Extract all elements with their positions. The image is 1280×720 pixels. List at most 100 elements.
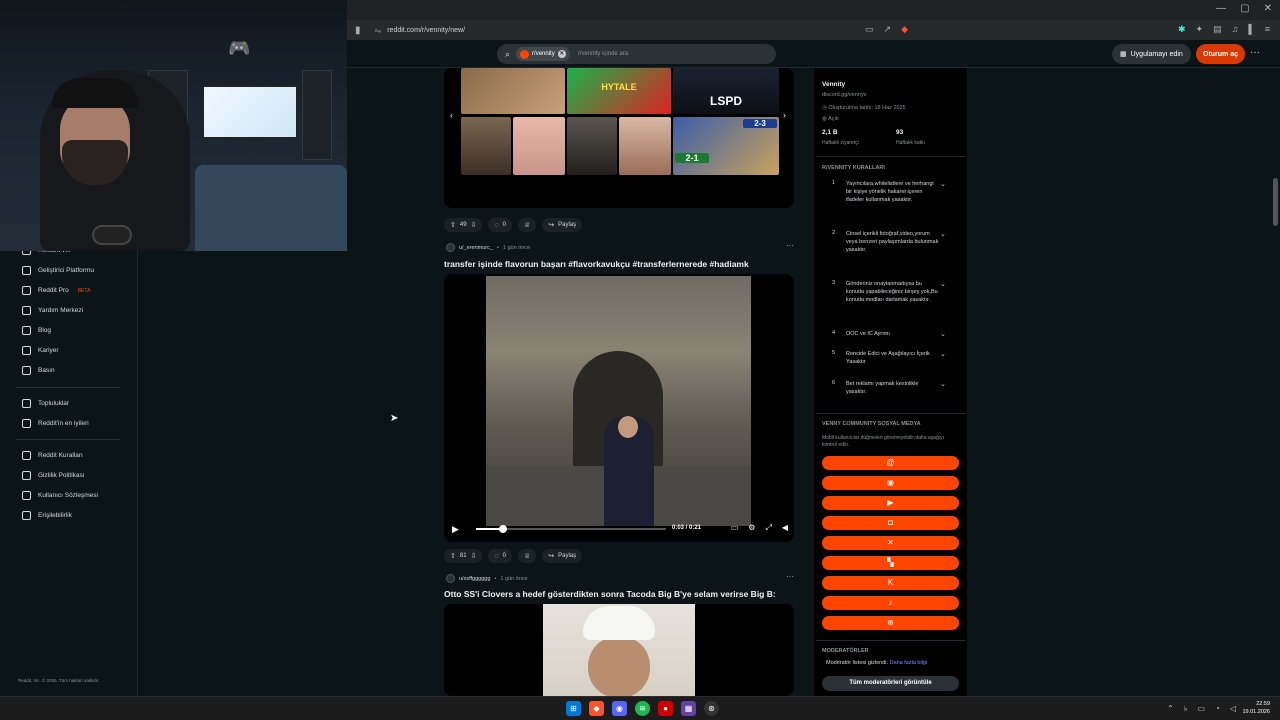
view-all-moderators-button[interactable]: Tüm moderatörleri görüntüle (822, 676, 959, 691)
chevron-down-icon[interactable]: ⌄ (940, 350, 946, 366)
speaker-tray-icon[interactable]: ◁ (1230, 704, 1236, 713)
post-options-icon[interactable]: ··· (786, 241, 794, 250)
maximize-icon[interactable]: ▢ (1240, 3, 1249, 14)
fullscreen-icon[interactable]: ⤢ (765, 523, 771, 533)
downvote-icon[interactable]: ⇩ (471, 552, 477, 560)
chevron-down-icon[interactable]: ⌄ (940, 380, 946, 396)
vote-control[interactable]: ⇧ 81 ⇩ (444, 549, 483, 563)
downvote-icon[interactable]: ⇩ (471, 221, 477, 229)
community-link[interactable]: discord.gg/vennyv (822, 92, 866, 98)
upvote-icon[interactable]: ⇧ (450, 552, 456, 560)
award-button[interactable]: ♕ (517, 549, 537, 563)
clear-chip-icon[interactable]: ✕ (557, 50, 566, 58)
upvote-icon[interactable]: ⇧ (450, 221, 456, 229)
threads-link-button[interactable]: @ (822, 456, 959, 470)
login-button[interactable]: Oturum aç (1196, 44, 1246, 64)
chevron-down-icon[interactable]: ⌄ (940, 230, 946, 254)
mic-tray-icon[interactable]: ♭ (1184, 704, 1188, 713)
volume-icon[interactable]: ◀ (782, 523, 788, 533)
close-icon[interactable]: ✕ (1264, 3, 1272, 14)
post-image[interactable] (444, 604, 794, 696)
extension-icon[interactable]: ✱ (1178, 24, 1186, 35)
rule-item[interactable]: 6 Bet reklamı yapmak kesinlikle yasaktır… (832, 380, 952, 396)
author-avatar[interactable] (446, 243, 455, 252)
rule-item[interactable]: 1 Yayıncılara,whitelistlere ve herhangi … (832, 180, 952, 204)
nav-item-user-agreement[interactable]: Kullanıcı Sözleşmesi (22, 491, 98, 500)
puzzle-icon[interactable]: ✦ (1196, 24, 1204, 35)
share-icon[interactable]: ↗ (884, 24, 892, 35)
play-icon[interactable]: ▶ (452, 524, 466, 535)
minimize-icon[interactable]: — (1216, 3, 1226, 14)
author-name[interactable]: u/_erenmurc_ (459, 245, 493, 251)
monitor-tray-icon[interactable]: ▭ (1197, 704, 1205, 713)
youtube-link-button[interactable]: ▶ (822, 496, 959, 510)
gallery-prev-icon[interactable]: ‹ (450, 110, 453, 120)
search-input[interactable]: ⌕ r/vennity ✕ r/vennity içinde ara (497, 44, 776, 64)
page-scrollbar[interactable] (1271, 68, 1280, 696)
chevron-down-icon[interactable]: ⌄ (940, 280, 946, 304)
nav-item-press[interactable]: Basın (22, 366, 55, 375)
more-options-icon[interactable]: ··· (1250, 47, 1260, 58)
award-button[interactable]: ♕ (517, 218, 537, 232)
brave-shield-icon[interactable]: ◆ (901, 24, 908, 35)
discord-app-icon[interactable]: ◉ (612, 701, 627, 716)
nav-item-reddit-pro[interactable]: Reddit Pro BETA (22, 286, 90, 295)
video-scrubber[interactable] (498, 525, 507, 533)
music-icon[interactable]: ♫ (1232, 24, 1239, 35)
x-link-button[interactable]: ✕ (822, 536, 959, 550)
search-community-chip[interactable]: r/vennity ✕ (516, 47, 570, 61)
twitch-link-button[interactable]: ▚ (822, 556, 959, 570)
comments-button[interactable]: ◌ 0 (488, 549, 512, 563)
nav-item-best-of-reddit[interactable]: Reddit'in en iyileri (22, 419, 89, 428)
system-clock[interactable]: 22:59 19.01.2026 (1242, 700, 1270, 716)
steam-link-button[interactable]: ⊛ (822, 616, 959, 630)
menu-icon[interactable]: ≡ (1265, 24, 1270, 35)
rule-item[interactable]: 2 Cinsel içerikli fotoğraf,video,yorum v… (832, 230, 952, 254)
brave-browser-icon[interactable]: ◆ (589, 701, 604, 716)
rule-item[interactable]: 4 OOC ve IC Ayrımı ⌄ (832, 330, 952, 338)
video-progress[interactable] (476, 525, 666, 533)
mods-info-link[interactable]: Daha fazla bilgi (890, 660, 928, 666)
author-avatar[interactable] (446, 574, 455, 583)
discord-link-button[interactable]: ◉ (822, 476, 959, 490)
kick-link-button[interactable]: K (822, 576, 959, 590)
sidebar-icon[interactable]: ▌ (1248, 24, 1254, 35)
network-tray-icon[interactable]: ◔ (1215, 704, 1220, 713)
video-player[interactable]: ▶ 0:03 / 0:21 ▭ ⚙ ⤢ ◀ (444, 274, 794, 542)
share-button[interactable]: ↪ Paylaş (542, 218, 583, 232)
instagram-link-button[interactable]: ◘ (822, 516, 959, 530)
captions-icon[interactable]: ▭ (731, 523, 739, 533)
site-info-icon[interactable]: ⇋ (375, 26, 382, 35)
url-text[interactable]: reddit.com/r/vennity/new/ (387, 27, 465, 34)
windows-start-icon[interactable]: ⊞ (566, 701, 581, 716)
nav-item-reddit-rules[interactable]: Reddit Kuralları (22, 451, 83, 460)
tiktok-link-button[interactable]: ♪ (822, 596, 959, 610)
recorder-icon[interactable]: ● (658, 701, 673, 716)
post-options-icon[interactable]: ··· (786, 572, 794, 581)
rule-item[interactable]: 5 Rencide Edici ve Aşağılayıcı İçerik Ya… (832, 350, 952, 366)
tray-expand-icon[interactable]: ⌃ (1167, 704, 1174, 713)
share-button[interactable]: ↪ Paylaş (542, 549, 583, 563)
settings-icon[interactable]: ⚙ (748, 523, 755, 533)
get-app-button[interactable]: ▦ Uygulamayı edin (1112, 44, 1191, 64)
nav-item-communities[interactable]: Topluluklar (22, 399, 69, 408)
chevron-down-icon[interactable]: ⌄ (940, 180, 946, 204)
wallet-icon[interactable]: ▤ (1213, 24, 1222, 35)
gallery-next-icon[interactable]: › (783, 110, 786, 120)
nav-item-help-center[interactable]: Yardım Merkezi (22, 306, 83, 315)
scrollbar-thumb[interactable] (1273, 178, 1278, 226)
app-icon[interactable]: ▦ (681, 701, 696, 716)
post-title[interactable]: Otto SS'i Clovers a hedef gösterdikten s… (444, 589, 776, 599)
rule-item[interactable]: 3 Gönderiniz onaylanmadıysa bu konuda ya… (832, 280, 952, 304)
comments-button[interactable]: ◌ 0 (488, 218, 512, 232)
nav-item-blog[interactable]: Blog (22, 326, 51, 335)
post-title[interactable]: transfer işinde flavorun başarı #flavork… (444, 259, 749, 269)
address-bar[interactable]: ▮ ⇋ reddit.com/r/vennity/new/ ▭ ↗ ◆ ✱ ✦ … (347, 20, 1280, 40)
spotify-icon[interactable]: ≋ (635, 701, 650, 716)
chevron-down-icon[interactable]: ⌄ (940, 330, 946, 338)
nav-item-developer-platform[interactable]: Geliştirici Platformu (22, 266, 94, 275)
nav-item-accessibility[interactable]: Erişilebilirlik (22, 511, 72, 520)
screen-icon[interactable]: ▭ (865, 24, 874, 35)
vote-control[interactable]: ⇧ 49 ⇩ (444, 218, 483, 232)
post-gallery-card[interactable]: HYTALE LSPD 2-3 2-1 (444, 68, 794, 208)
